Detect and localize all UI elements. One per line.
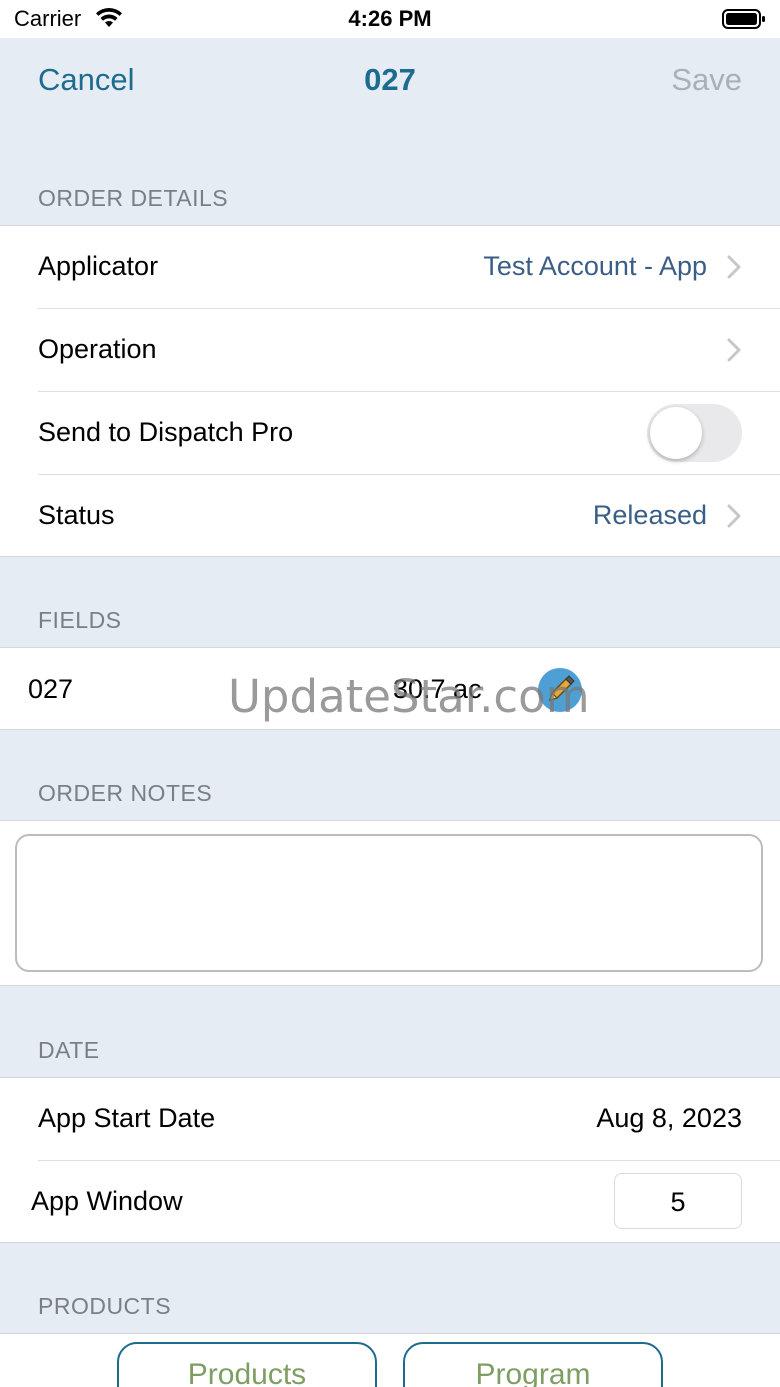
field-acres: 30.7 ac [393, 674, 482, 704]
date-group: App Start Date Aug 8, 2023 App Window 5 [0, 1077, 780, 1243]
edit-field-button[interactable] [538, 668, 582, 712]
navigation-bar: Cancel 027 Save [0, 38, 780, 124]
app-window-row: App Window 5 [0, 1161, 780, 1244]
dispatch-row: Send to Dispatch Pro [0, 392, 780, 475]
fields-group: 027 30.7 ac [0, 647, 780, 730]
products-button[interactable]: Products [117, 1342, 377, 1387]
applicator-row[interactable]: Applicator Test Account - App [0, 226, 780, 309]
app-window-input[interactable]: 5 [614, 1173, 742, 1229]
order-notes-group [0, 820, 780, 986]
toggle-knob [650, 407, 702, 459]
order-notes-input[interactable] [15, 834, 763, 972]
status-value: Released [592, 500, 707, 530]
clock: 4:26 PM [348, 6, 432, 31]
order-notes-header: ORDER NOTES [38, 780, 213, 806]
start-date-value: Aug 8, 2023 [596, 1103, 742, 1133]
status-label: Status [38, 500, 115, 530]
page-title: 027 [364, 62, 416, 97]
app-window-label: App Window [31, 1186, 183, 1216]
save-button[interactable]: Save [671, 62, 742, 98]
order-details-header: ORDER DETAILS [38, 185, 229, 211]
chevron-right-icon [727, 504, 741, 528]
status-bar: Carrier 4:26 PM [0, 0, 780, 38]
status-row[interactable]: Status Released [0, 475, 780, 558]
pencil-icon [548, 675, 575, 702]
chevron-right-icon [727, 255, 741, 279]
products-header: PRODUCTS [38, 1293, 172, 1319]
date-header: DATE [38, 1037, 100, 1063]
dispatch-toggle[interactable] [647, 404, 742, 462]
chevron-right-icon [727, 338, 741, 362]
applicator-label: Applicator [38, 251, 159, 281]
order-details-group: Applicator Test Account - App Operation … [0, 225, 780, 557]
operation-row[interactable]: Operation [0, 309, 780, 392]
start-date-label: App Start Date [38, 1103, 216, 1133]
field-row[interactable]: 027 30.7 ac [0, 648, 780, 731]
dispatch-label: Send to Dispatch Pro [38, 417, 294, 447]
program-button[interactable]: Program [403, 1342, 663, 1387]
applicator-value: Test Account - App [483, 251, 707, 281]
fields-header: FIELDS [38, 607, 122, 633]
field-name: 027 [28, 674, 74, 704]
start-date-row[interactable]: App Start Date Aug 8, 2023 [0, 1078, 780, 1161]
operation-label: Operation [38, 334, 157, 364]
battery-icon [722, 9, 765, 29]
